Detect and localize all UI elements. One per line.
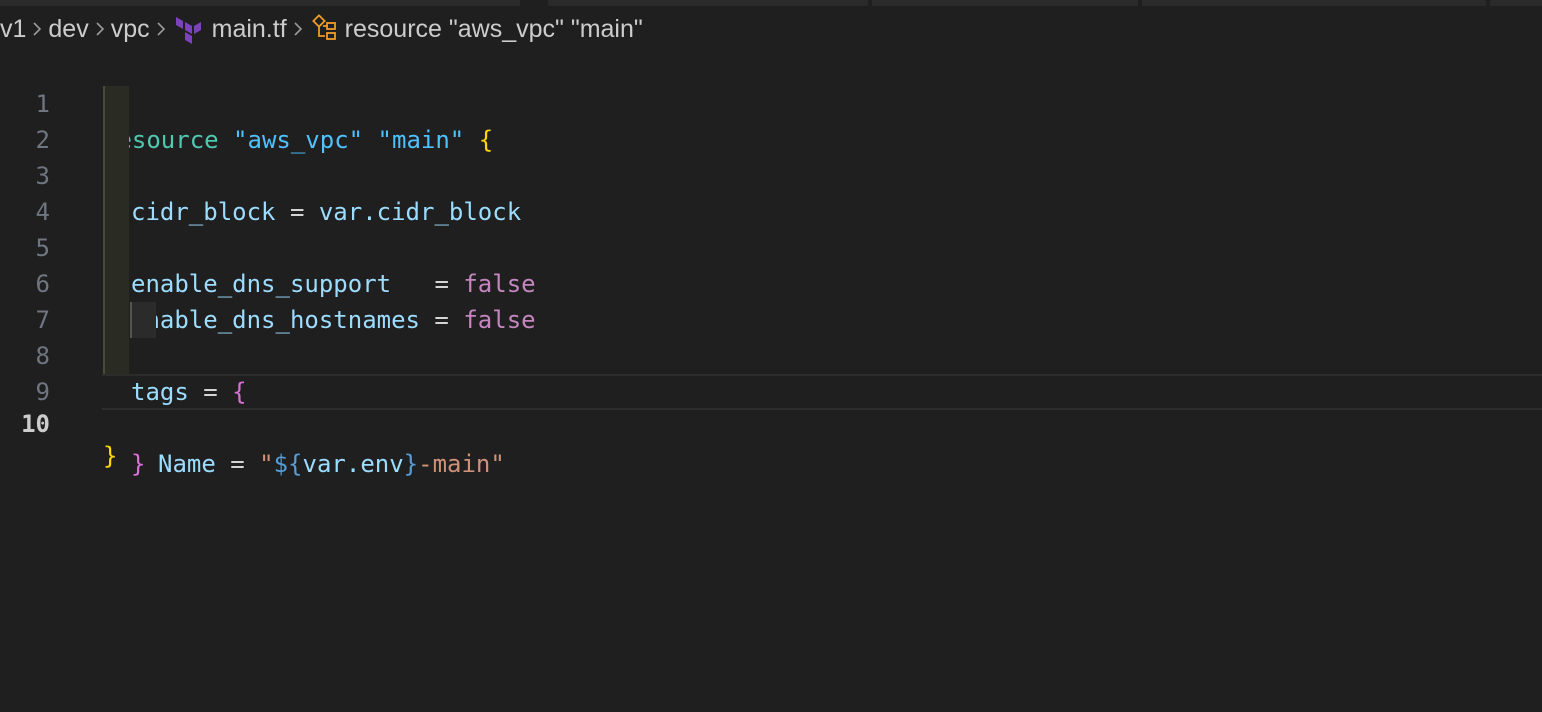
indent-guide — [103, 266, 129, 302]
chevron-right-icon — [288, 18, 308, 40]
breadcrumb-label: main.tf — [211, 14, 287, 43]
indent-guide — [103, 122, 129, 158]
breadcrumb-label: dev — [48, 14, 89, 43]
line-content: Name = "${var.env}-main" — [158, 446, 505, 482]
indent-guide — [103, 86, 129, 122]
chevron-right-icon — [151, 18, 171, 40]
symbol-structure-icon — [311, 14, 336, 40]
tab-edge-left — [0, 0, 520, 6]
breadcrumb-item-file[interactable]: main.tf — [172, 14, 287, 44]
token-interpolation: } — [403, 450, 419, 478]
terraform-icon — [175, 17, 201, 44]
tab-strip-edge — [0, 0, 1542, 6]
indent-guide — [103, 158, 129, 194]
breadcrumb: v1 dev vpc main.tf resource "aws_vpc" "m… — [0, 8, 643, 50]
tab-edge-mid2 — [872, 0, 1138, 6]
tab-edge-end — [1490, 0, 1542, 6]
code-line[interactable]: 7 tags = { — [0, 266, 1542, 406]
chevron-right-icon — [90, 18, 110, 40]
code-line[interactable]: 6 — [0, 230, 1542, 298]
breadcrumb-item-symbol[interactable]: resource "aws_vpc" "main" — [309, 14, 643, 44]
breadcrumb-item-v1[interactable]: v1 — [0, 15, 26, 44]
code-line-active[interactable]: 10 } — [21, 374, 1542, 470]
indent-guide — [103, 302, 129, 338]
code-line[interactable]: 2 cidr_block = var.cidr_block — [0, 86, 1542, 226]
token-brace: } — [103, 442, 118, 470]
line-number: 10 — [21, 410, 50, 438]
code-line[interactable]: 1 resource "aws_vpc" "main" { — [0, 50, 1542, 154]
breadcrumb-label: vpc — [110, 14, 150, 43]
token-reference: var.env — [302, 450, 404, 478]
code-line[interactable]: 4 enable_dns_support = false — [0, 158, 1542, 298]
token-interpolation: ${ — [273, 450, 303, 478]
line-content: } — [103, 440, 117, 472]
token-string: " — [259, 450, 274, 478]
chevron-right-icon — [27, 18, 47, 40]
breadcrumb-item-vpc[interactable]: vpc — [111, 15, 150, 44]
indent-guide — [103, 194, 129, 230]
code-line[interactable]: 8 Name = "${var.env}-main" — [0, 302, 1542, 478]
tab-edge-right — [1142, 0, 1486, 6]
code-line[interactable]: 9 } — [0, 338, 1542, 478]
token-operator: = — [215, 450, 260, 478]
code-editor: v1 dev vpc main.tf resource "aws_vpc" "m… — [0, 0, 1542, 712]
indent-guide — [103, 338, 129, 374]
line-number: 9 — [35, 378, 50, 406]
breadcrumb-label: v1 — [0, 14, 27, 43]
code-area[interactable]: 1 resource "aws_vpc" "main" { 2 cidr_blo… — [0, 50, 1542, 478]
indent-guide — [130, 302, 156, 338]
tab-edge-mid — [548, 0, 868, 6]
token-string: -main" — [418, 450, 505, 478]
code-line[interactable]: 3 — [0, 122, 1542, 190]
code-line[interactable]: 5 enable_dns_hostnames = false — [0, 194, 1542, 334]
breadcrumb-item-dev[interactable]: dev — [48, 15, 88, 44]
breadcrumb-label: resource "aws_vpc" "main" — [344, 14, 643, 43]
indent-guide — [103, 230, 129, 266]
